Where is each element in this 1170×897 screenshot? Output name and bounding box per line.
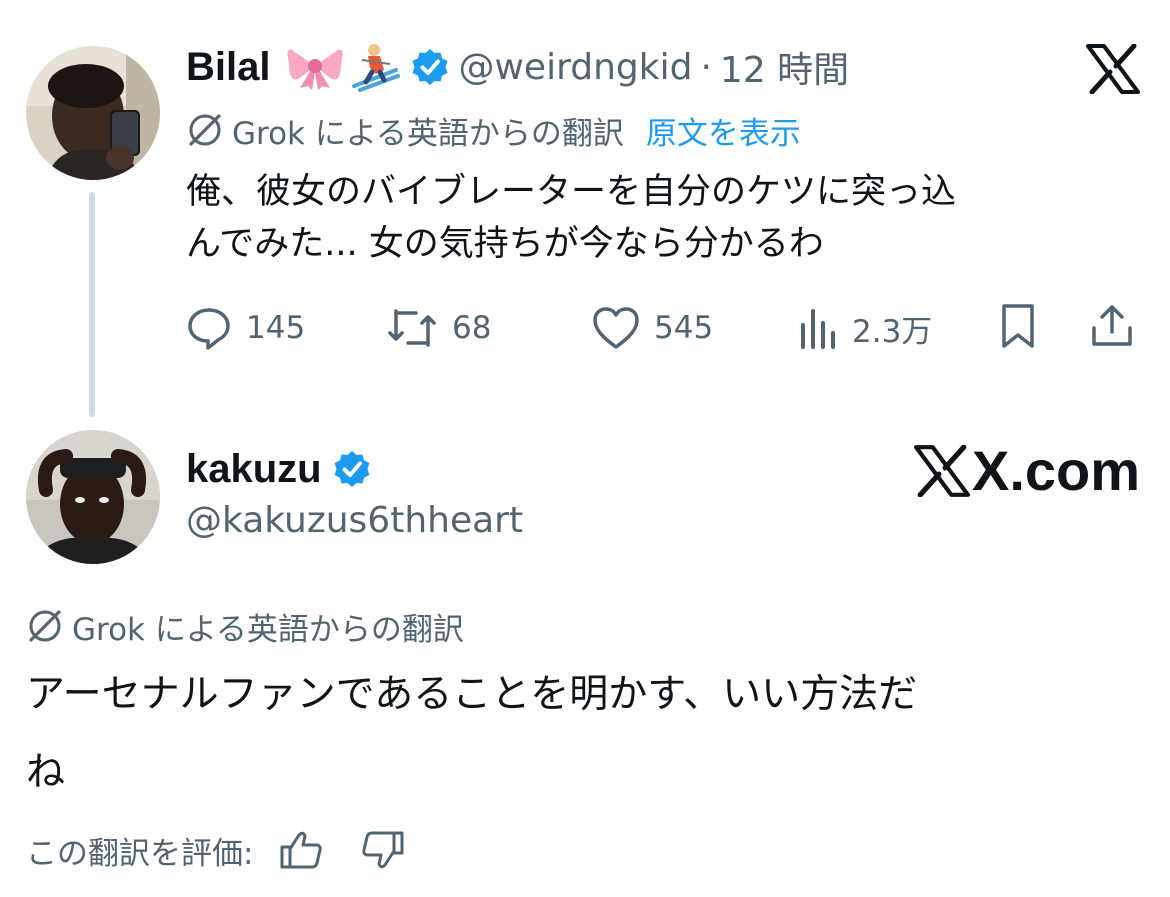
grok-icon <box>26 607 64 645</box>
thumbs-down-icon <box>362 831 404 869</box>
views-count: 2.3万 <box>852 313 933 350</box>
reply-grok-translation-label: Grok による英語からの翻訳 <box>72 611 464 648</box>
reply-author-handle[interactable]: @kakuzus6thheart <box>186 500 523 541</box>
thread-connector-line <box>89 192 95 417</box>
skier-emoji-icon <box>350 42 401 92</box>
reply-text-line-2: ね <box>26 750 66 795</box>
thumbs-up-button[interactable] <box>279 829 323 871</box>
bookmark-button[interactable] <box>996 302 1040 354</box>
reply-text: アーセナルファンであることを明かす、いい方法だ ね <box>26 656 1146 812</box>
grok-translation-label-row: Grok による英語からの翻訳 原文を表示 <box>186 108 801 152</box>
reply-button[interactable]: 145 <box>186 302 305 354</box>
verified-badge-icon <box>332 449 372 489</box>
dot-separator: · <box>700 46 712 88</box>
views-icon <box>801 309 835 349</box>
tweet-text: 俺、彼女のバイブレーターを自分のケツに突っ込 んでみた... 女の気持ちが今なら… <box>186 166 1146 270</box>
grok-icon <box>186 111 224 149</box>
reply-icon <box>188 308 230 350</box>
reply-grok-translation-row: Grok による英語からの翻訳 <box>26 604 464 648</box>
avatar-bilal[interactable] <box>26 46 160 180</box>
repost-count: 68 <box>452 310 492 346</box>
xcom-text: X.com <box>972 439 1141 502</box>
share-icon <box>1092 305 1132 346</box>
like-button[interactable]: 545 <box>592 302 713 354</box>
bookmark-icon <box>1002 304 1034 348</box>
tweet-header-bilal: Bilal @weirdngkid · 12 時間 <box>186 42 849 92</box>
repost-icon <box>388 309 436 347</box>
views-button[interactable]: 2.3万 <box>798 302 932 354</box>
avatar-kakuzu[interactable] <box>26 430 160 564</box>
tweet-header-kakuzu: kakuzu <box>186 444 380 494</box>
tweet-time[interactable]: 12 時間 <box>720 41 849 93</box>
show-original-link[interactable]: 原文を表示 <box>646 108 801 153</box>
ribbon-emoji-icon <box>286 44 344 90</box>
grok-translation-label: Grok による英語からの翻訳 <box>232 115 624 152</box>
reply-count: 145 <box>246 310 306 346</box>
thumbs-up-icon <box>280 831 323 869</box>
x-logo-icon <box>914 444 970 497</box>
reply-text-line-1: アーセナルファンであることを明かす、いい方法だ <box>26 672 918 717</box>
rate-translation-row: この翻訳を評価: <box>26 826 405 874</box>
like-icon <box>593 307 639 349</box>
rate-translation-label: この翻訳を評価: <box>26 835 254 872</box>
thumbs-down-button[interactable] <box>361 829 405 871</box>
author-handle[interactable]: @weirdngkid <box>458 47 692 88</box>
like-count: 545 <box>654 310 714 346</box>
tweet-text-line-1: 俺、彼女のバイブレーターを自分のケツに突っ込 <box>186 172 957 212</box>
x-logo-icon <box>1086 43 1140 98</box>
repost-button[interactable]: 68 <box>386 302 491 354</box>
author-name[interactable]: Bilal <box>186 45 270 90</box>
tweet-text-line-2: んでみた... 女の気持ちが今なら分かるわ <box>186 224 824 264</box>
reply-author-name[interactable]: kakuzu <box>186 447 322 492</box>
verified-badge-icon <box>410 47 450 87</box>
share-button[interactable] <box>1088 302 1136 354</box>
xcom-watermark: X.com <box>914 438 1140 503</box>
